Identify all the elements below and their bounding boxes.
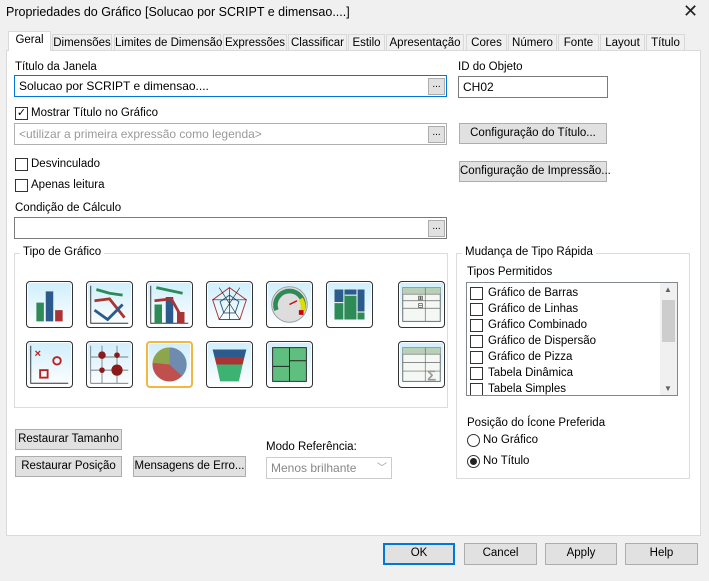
radar-chart-icon[interactable] <box>206 281 253 328</box>
radio-no-titulo-label: No Título <box>483 455 530 467</box>
detached-checkbox[interactable] <box>15 158 28 171</box>
list-scrollbar[interactable]: ▲ ▼ <box>660 283 677 395</box>
window-title: Propriedades do Gráfico [Solucao por SCR… <box>6 5 350 19</box>
apply-button[interactable]: Apply <box>545 543 617 565</box>
help-button[interactable]: Help <box>625 543 698 565</box>
allowed-type-checkbox[interactable] <box>470 383 483 395</box>
ok-button[interactable]: OK <box>383 543 455 565</box>
show-title-checkbox[interactable]: ✓ <box>15 107 28 120</box>
tab-classificar[interactable]: Classificar <box>288 34 347 51</box>
tab-geral[interactable]: Geral <box>8 31 51 51</box>
close-icon[interactable]: ✕ <box>683 1 698 22</box>
chart-title-ellipsis-button[interactable]: ... <box>428 126 445 143</box>
allowed-types-label: Tipos Permitidos <box>467 266 553 278</box>
restore-size-button[interactable]: Restaurar Tamanho <box>15 429 122 450</box>
window-title-label: Título da Janela <box>15 61 97 73</box>
scroll-up-icon[interactable]: ▲ <box>664 285 672 294</box>
grid-chart-icon[interactable] <box>86 341 133 388</box>
tab-layout[interactable]: Layout <box>600 34 645 51</box>
tab-fonte[interactable]: Fonte <box>558 34 599 51</box>
tab-cores[interactable]: Cores <box>466 34 507 51</box>
show-title-label: Mostrar Título no Gráfico <box>31 107 158 119</box>
svg-text:⊟: ⊟ <box>418 302 424 309</box>
allowed-type-label: Gráfico Combinado <box>488 319 588 331</box>
bar-chart-icon[interactable] <box>26 281 73 328</box>
reference-mode-select: Menos brilhante ﹀ <box>266 457 392 479</box>
chart-type-label: Tipo de Gráfico <box>20 246 105 258</box>
allowed-type-checkbox[interactable] <box>470 287 483 300</box>
chevron-down-icon: ﹀ <box>377 463 387 474</box>
line-chart-icon[interactable] <box>86 281 133 328</box>
object-id-input[interactable]: CH02 <box>458 76 608 98</box>
allowed-type-label: Gráfico de Pizza <box>488 351 573 363</box>
allowed-type-checkbox[interactable] <box>470 367 483 380</box>
reference-mode-label: Modo Referência: <box>266 441 357 453</box>
straight-table-icon[interactable]: Σ <box>398 341 445 388</box>
tab-t-tulo[interactable]: Título <box>646 34 685 51</box>
tab-estilo[interactable]: Estilo <box>348 34 385 51</box>
block-chart-icon[interactable] <box>326 281 373 328</box>
print-config-button[interactable]: Configuração de Impressão... <box>459 161 611 182</box>
allowed-type-label: Tabela Dinâmica <box>488 367 574 379</box>
gauge-chart-icon[interactable] <box>266 281 313 328</box>
quick-change-label: Mudança de Tipo Rápida <box>462 246 596 258</box>
allowed-types-list[interactable]: Gráfico de Barras Gráfico de Linhas Gráfic… <box>466 282 678 396</box>
radio-no-grafico-label: No Gráfico <box>483 434 538 446</box>
allowed-type-checkbox[interactable] <box>470 319 483 332</box>
scatter-chart-icon[interactable]: × <box>26 341 73 388</box>
restore-position-button[interactable]: Restaurar Posição <box>15 456 122 477</box>
combo-chart-icon[interactable] <box>146 281 193 328</box>
svg-text:Σ: Σ <box>427 367 436 384</box>
window-title-input[interactable]: Solucao por SCRIPT e dimensao.... <box>14 75 447 97</box>
error-messages-button[interactable]: Mensagens de Erro... <box>133 456 246 477</box>
calc-condition-label: Condição de Cálculo <box>15 202 122 214</box>
radio-no-grafico[interactable] <box>467 434 480 447</box>
tab-limites-de-dimens-o[interactable]: Limites de Dimensão <box>114 34 222 51</box>
allowed-type-label: Gráfico de Linhas <box>488 303 579 315</box>
icon-position-label: Posição do Ícone Preferida <box>467 417 606 429</box>
cancel-button[interactable]: Cancel <box>464 543 537 565</box>
reference-mode-value: Menos brilhante <box>271 461 357 475</box>
allowed-type-checkbox[interactable] <box>470 303 483 316</box>
calc-condition-ellipsis-button[interactable]: ... <box>428 220 445 237</box>
allowed-type-checkbox[interactable] <box>470 335 483 348</box>
readonly-checkbox[interactable] <box>15 179 28 192</box>
detached-label: Desvinculado <box>31 158 101 170</box>
radio-no-titulo[interactable] <box>467 455 480 468</box>
tab-express-es[interactable]: Expressões <box>223 34 287 51</box>
object-id-label: ID do Objeto <box>458 61 523 73</box>
mekko-chart-icon[interactable] <box>266 341 313 388</box>
scroll-thumb[interactable] <box>662 300 675 342</box>
allowed-type-label: Gráfico de Dispersão <box>488 335 597 347</box>
pie-chart-icon[interactable] <box>146 341 193 388</box>
readonly-label: Apenas leitura <box>31 179 105 191</box>
pivot-table-icon[interactable]: ⊞ ⊟ <box>398 281 445 328</box>
svg-text:⊞: ⊞ <box>418 295 424 302</box>
allowed-type-label: Gráfico de Barras <box>488 287 579 299</box>
svg-text:×: × <box>35 348 42 360</box>
funnel-chart-icon[interactable] <box>206 341 253 388</box>
scroll-down-icon[interactable]: ▼ <box>664 384 672 393</box>
tab-n-mero[interactable]: Número <box>508 34 557 51</box>
calc-condition-input[interactable] <box>14 217 447 239</box>
window-title-ellipsis-button[interactable]: ... <box>428 78 445 95</box>
tab-apresenta-o[interactable]: Apresentação <box>386 34 464 51</box>
allowed-type-label: Tabela Simples <box>488 383 566 395</box>
allowed-type-checkbox[interactable] <box>470 351 483 364</box>
chart-title-input[interactable]: <utilizar a primeira expressão como lege… <box>14 123 447 145</box>
title-config-button[interactable]: Configuração do Título... <box>459 123 607 144</box>
tab-dimens-es[interactable]: Dimensões <box>52 34 112 51</box>
